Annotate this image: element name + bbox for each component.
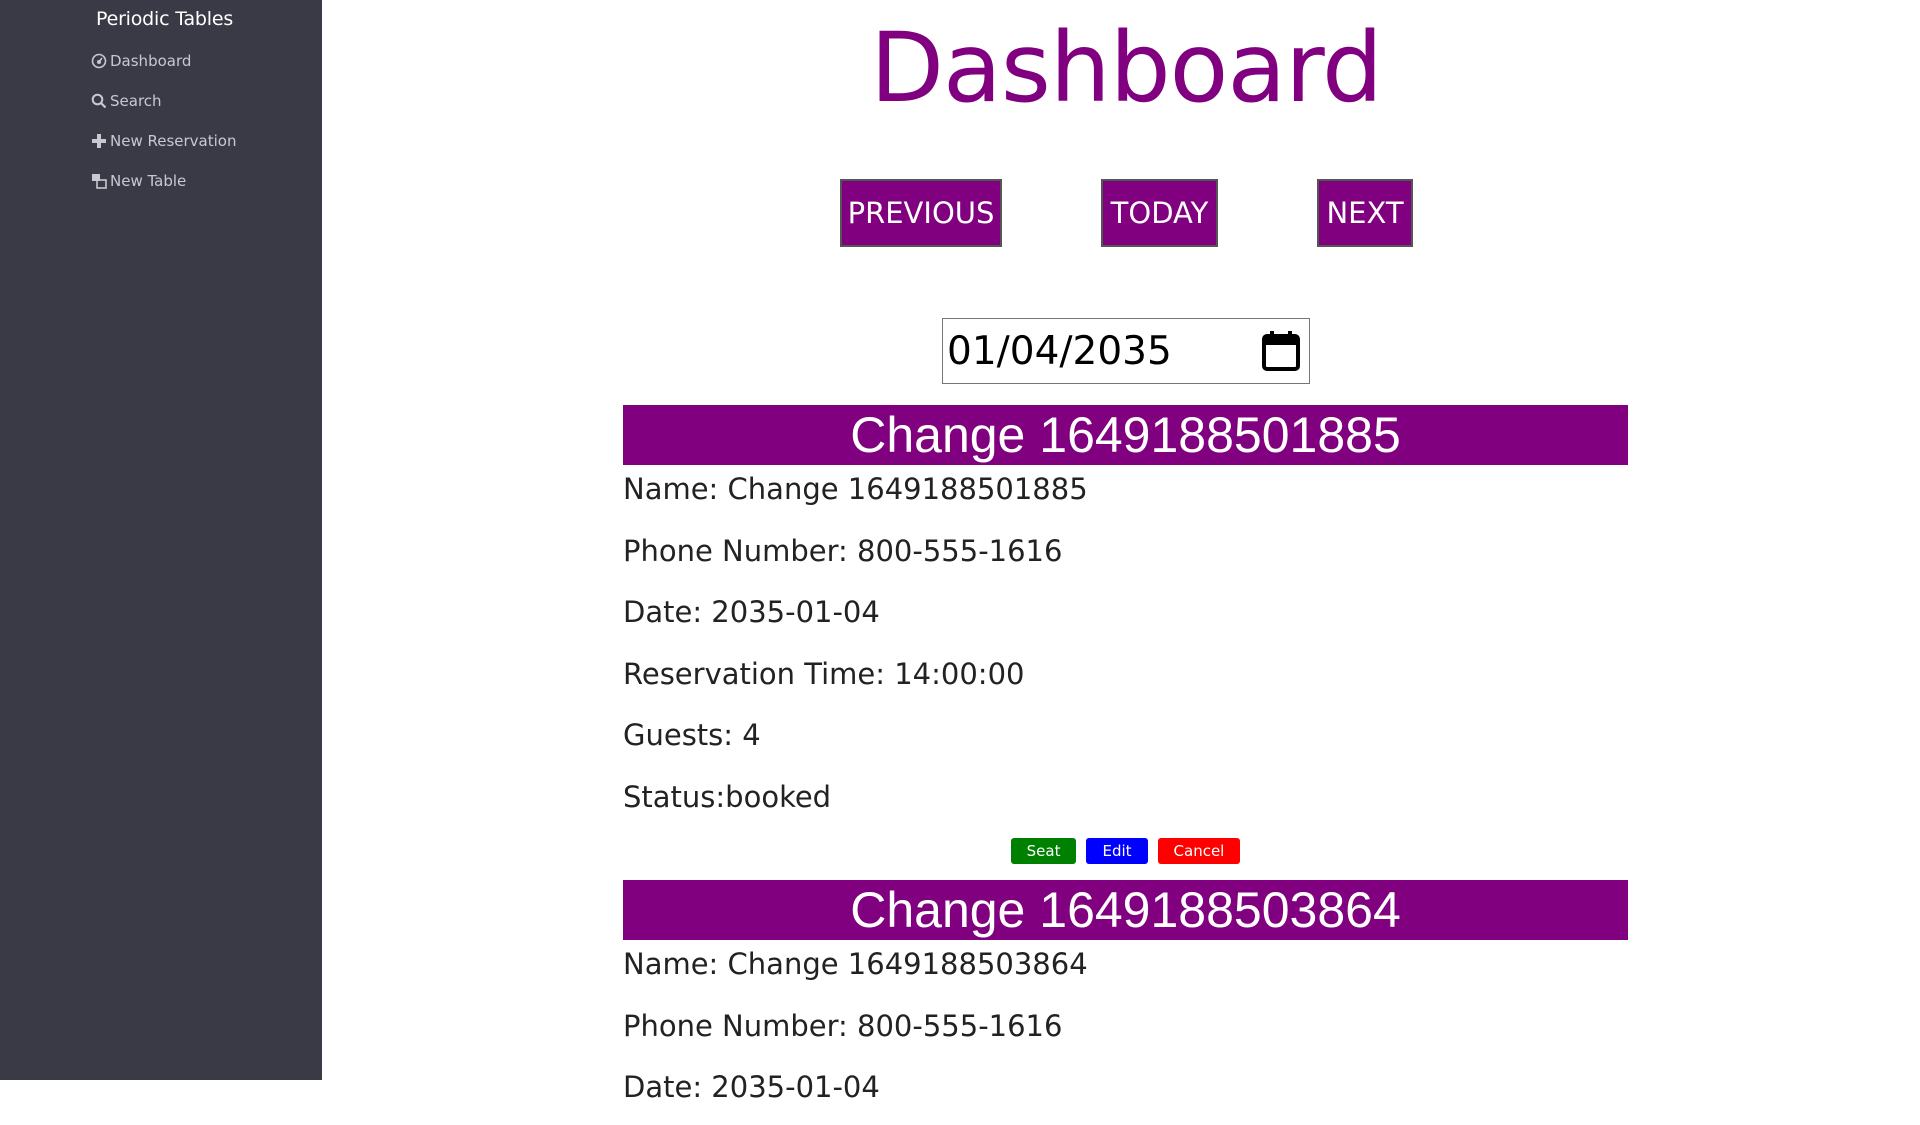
brand-title[interactable]: Periodic Tables [96,8,233,30]
reservation-name: Name: Change 1649188501885 [623,472,1088,506]
reservation-card: Change 1649188501885 Name: Change 164918… [623,405,1628,864]
reservation-card: Change 1649188503864 Name: Change 164918… [623,880,1628,1125]
reservation-name: Name: Change 1649188503864 [623,947,1088,981]
search-icon [90,93,107,110]
reservation-status: Status:booked [623,779,832,814]
reservation-header: Change 1649188501885 [623,405,1628,465]
reservation-guests: Guests: 4 [623,718,761,752]
plus-icon [90,133,107,150]
sidebar-item-label: New Reservation [110,132,237,150]
sidebar-item-new-reservation[interactable]: New Reservation [90,129,236,153]
reservation-phone: Phone Number: 800-555-1616 [623,533,1063,568]
sidebar: Periodic Tables Dashboard Search New Res… [0,0,322,1080]
edit-button[interactable]: Edit [1086,838,1148,864]
calendar-icon[interactable] [1261,330,1301,372]
cancel-button[interactable]: Cancel [1157,838,1241,864]
sidebar-item-search[interactable]: Search [90,89,162,113]
sidebar-item-label: Dashboard [110,52,192,70]
reservation-date: Date: 2035-01-04 [623,1070,880,1104]
seat-button[interactable]: Seat [1010,838,1077,864]
reservation-date: Date: 2035-01-04 [623,595,880,629]
page-title: Dashboard [870,12,1383,124]
reservation-time: Reservation Time: 14:00:00 [623,656,1025,691]
main-content: Dashboard PREVIOUS TODAY NEXT 01/04/2035… [322,0,1920,1104]
sidebar-item-label: Search [110,92,162,110]
table-icon [90,173,107,190]
sidebar-item-dashboard[interactable]: Dashboard [90,49,191,73]
today-button[interactable]: TODAY [1101,179,1218,247]
sidebar-item-new-table[interactable]: New Table [90,169,186,193]
reservation-actions: Seat Edit Cancel [623,838,1628,864]
reservation-phone: Phone Number: 800-555-1616 [623,1008,1063,1043]
sidebar-item-label: New Table [110,172,187,190]
dashboard-icon [90,53,107,70]
date-input[interactable]: 01/04/2035 [942,318,1310,384]
previous-button[interactable]: PREVIOUS [840,179,1002,247]
date-value: 01/04/2035 [947,328,1172,374]
reservation-header: Change 1649188503864 [623,880,1628,940]
next-button[interactable]: NEXT [1317,179,1413,247]
